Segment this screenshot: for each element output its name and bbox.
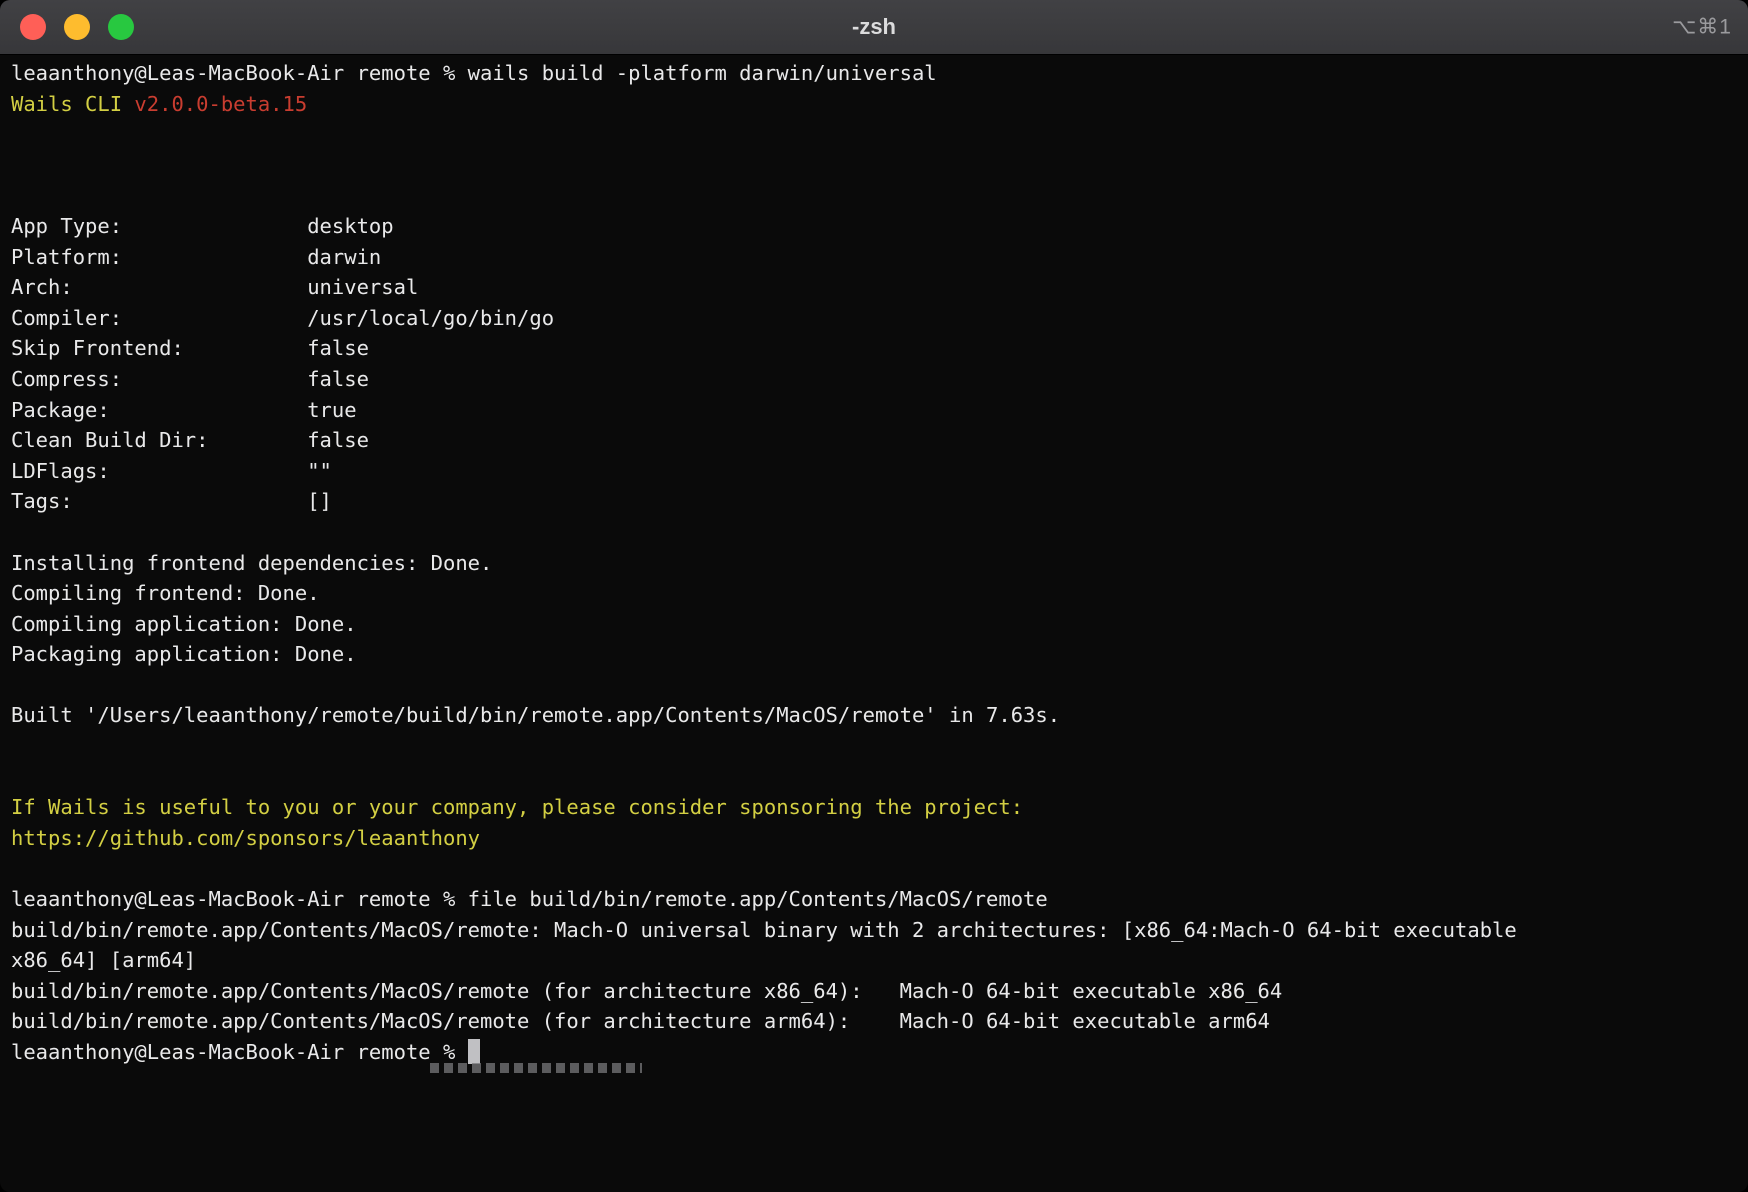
text-segment: Compiling application: Done. [11, 612, 357, 636]
clipped-text-artifact [430, 1063, 642, 1073]
terminal-line: leaanthony@Leas-MacBook-Air remote % wai… [11, 58, 1740, 89]
text-segment: leaanthony@Leas-MacBook-Air remote % fil… [11, 887, 1048, 911]
terminal-line: build/bin/remote.app/Contents/MacOS/remo… [11, 1006, 1740, 1037]
text-segment: Compiling frontend: Done. [11, 581, 320, 605]
terminal-line: Tags: [] [11, 486, 1740, 517]
keyboard-shortcut-hint: ⌥⌘1 [1672, 15, 1732, 40]
text-segment: Wails CLI [11, 92, 134, 116]
terminal-line: Compiling frontend: Done. [11, 578, 1740, 609]
text-segment: Compiler: /usr/local/go/bin/go [11, 306, 554, 330]
terminal-line [11, 150, 1740, 181]
terminal-line: Compiling application: Done. [11, 609, 1740, 640]
zoom-button-icon[interactable] [108, 14, 134, 40]
terminal-line: Arch: universal [11, 272, 1740, 303]
window-controls [20, 0, 134, 54]
terminal-line: If Wails is useful to you or your compan… [11, 792, 1740, 823]
text-segment: Built '/Users/leaanthony/remote/build/bi… [11, 703, 1060, 727]
terminal-line: https://github.com/sponsors/leaanthony [11, 823, 1740, 854]
terminal-line [11, 853, 1740, 884]
text-segment: Platform: darwin [11, 245, 381, 269]
titlebar[interactable]: -zsh ⌥⌘1 [0, 0, 1748, 55]
terminal-line: x86_64] [arm64] [11, 945, 1740, 976]
terminal-cursor [468, 1039, 480, 1064]
text-segment: Package: true [11, 398, 357, 422]
terminal-line [11, 762, 1740, 793]
terminal-line: Compiler: /usr/local/go/bin/go [11, 303, 1740, 334]
text-segment: leaanthony@Leas-MacBook-Air remote % wai… [11, 61, 937, 85]
terminal-line: Platform: darwin [11, 242, 1740, 273]
text-segment: build/bin/remote.app/Contents/MacOS/remo… [11, 1009, 1270, 1033]
terminal-line: Wails CLI v2.0.0-beta.15 [11, 89, 1740, 120]
text-segment: If Wails is useful to you or your compan… [11, 795, 1023, 819]
terminal-line [11, 517, 1740, 548]
terminal-line [11, 731, 1740, 762]
text-segment: Clean Build Dir: false [11, 428, 369, 452]
terminal-line: Installing frontend dependencies: Done. [11, 548, 1740, 579]
text-segment: https://github.com/sponsors/leaanthony [11, 826, 480, 850]
close-button-icon[interactable] [20, 14, 46, 40]
terminal-window: -zsh ⌥⌘1 leaanthony@Leas-MacBook-Air rem… [0, 0, 1748, 1192]
text-segment: x86_64] [arm64] [11, 948, 196, 972]
terminal-line: build/bin/remote.app/Contents/MacOS/remo… [11, 915, 1740, 946]
text-segment: Compress: false [11, 367, 369, 391]
minimize-button-icon[interactable] [64, 14, 90, 40]
terminal-line: Clean Build Dir: false [11, 425, 1740, 456]
terminal-line: Package: true [11, 395, 1740, 426]
text-segment: Skip Frontend: false [11, 336, 369, 360]
window-title: -zsh [852, 14, 896, 40]
text-segment: Packaging application: Done. [11, 642, 357, 666]
terminal-line: App Type: desktop [11, 211, 1740, 242]
text-segment: LDFlags: "" [11, 459, 332, 483]
terminal-line: Compress: false [11, 364, 1740, 395]
text-segment: Arch: universal [11, 275, 418, 299]
text-segment: App Type: desktop [11, 214, 394, 238]
terminal-line: Skip Frontend: false [11, 333, 1740, 364]
terminal-line: leaanthony@Leas-MacBook-Air remote % [11, 1037, 1740, 1068]
terminal-line: build/bin/remote.app/Contents/MacOS/remo… [11, 976, 1740, 1007]
terminal-line [11, 119, 1740, 150]
terminal-line [11, 670, 1740, 701]
text-segment: Tags: [] [11, 489, 332, 513]
terminal-line: Built '/Users/leaanthony/remote/build/bi… [11, 700, 1740, 731]
text-segment: Installing frontend dependencies: Done. [11, 551, 492, 575]
terminal-line: leaanthony@Leas-MacBook-Air remote % fil… [11, 884, 1740, 915]
terminal-line [11, 180, 1740, 211]
text-segment: leaanthony@Leas-MacBook-Air remote % [11, 1040, 468, 1064]
terminal-line: LDFlags: "" [11, 456, 1740, 487]
terminal-output[interactable]: leaanthony@Leas-MacBook-Air remote % wai… [0, 55, 1748, 1068]
text-segment: build/bin/remote.app/Contents/MacOS/remo… [11, 918, 1517, 942]
text-segment: v2.0.0-beta.15 [134, 92, 307, 116]
text-segment: build/bin/remote.app/Contents/MacOS/remo… [11, 979, 1282, 1003]
terminal-line: Packaging application: Done. [11, 639, 1740, 670]
